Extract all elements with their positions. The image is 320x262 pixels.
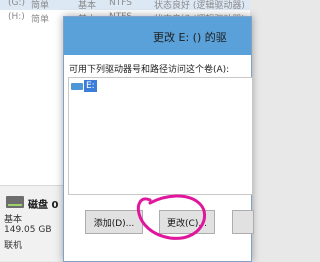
disk-size: 149.05 GB [4,225,52,235]
volume-name: (G:) [8,0,26,8]
disk-title: 磁盘 0 [28,200,59,211]
dialog-title-bar[interactable]: 更改 E: () 的驱 [64,17,251,55]
volume-row[interactable]: (G:) 简单 基本 NTFS 状态良好 (逻辑驱动器) [0,0,250,11]
volume-layout: 简单 [31,1,50,11]
dialog-prompt: 可用下列驱动器号和路径访问这个卷(A): [69,65,230,75]
change-drive-letter-dialog: 更改 E: () 的驱 可用下列驱动器号和路径访问这个卷(A): E: 添加(D… [63,16,254,262]
volume-layout: 简单 [31,15,50,25]
drive-path-list[interactable]: E: [68,77,253,195]
disk-status: 联机 [4,241,23,251]
hard-disk-icon [6,196,24,208]
disk-type: 基本 [4,215,23,225]
drive-list-item[interactable]: E: [71,80,97,92]
volume-fs: NTFS [109,0,132,8]
add-button[interactable]: 添加(D)... [85,210,143,234]
drive-icon [71,82,83,90]
volume-name: (H:) [8,12,25,22]
drive-letter-label: E: [84,80,97,92]
remove-button[interactable] [232,210,254,234]
change-button[interactable]: 更改(C)... [159,210,215,234]
dialog-title: 更改 E: () 的驱 [153,31,227,44]
volume-status: 状态良好 (逻辑驱动器) [154,1,245,11]
volume-type: 基本 [78,1,97,11]
